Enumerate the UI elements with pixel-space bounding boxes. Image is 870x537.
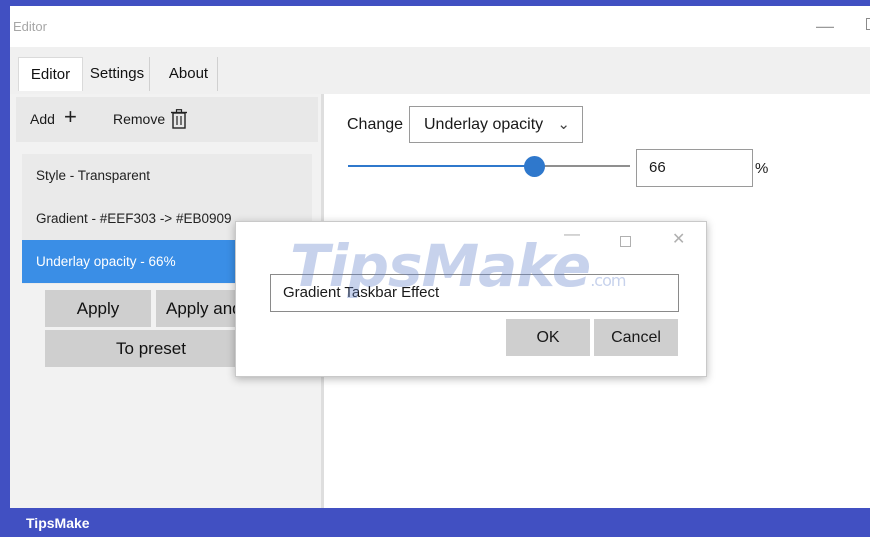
status-bar: TipsMake [10, 508, 870, 537]
effects-toolbar: Add + Remove [16, 97, 318, 142]
watermark-suffix: .com [590, 271, 626, 290]
percent-unit: % [755, 160, 769, 177]
maximize-icon[interactable] [866, 18, 870, 30]
list-item[interactable]: Style - Transparent [22, 154, 312, 197]
opacity-slider-thumb[interactable] [524, 156, 546, 177]
change-dropdown[interactable]: Underlay opacity ⌄ [409, 106, 583, 143]
add-label[interactable]: Add [30, 111, 55, 127]
plus-icon[interactable]: + [64, 104, 77, 130]
remove-label[interactable]: Remove [113, 111, 165, 127]
cancel-button[interactable]: Cancel [594, 319, 678, 356]
apply-button[interactable]: Apply [45, 290, 151, 327]
tab-settings[interactable]: Settings [85, 57, 150, 91]
opacity-value-input[interactable]: 66 [636, 149, 753, 187]
change-label: Change [347, 116, 404, 133]
to-preset-button[interactable]: To preset [45, 330, 257, 367]
chevron-down-icon: ⌄ [557, 116, 570, 133]
trash-icon[interactable] [171, 109, 187, 129]
window-title: Editor [13, 19, 47, 34]
watermark-text: TipsMake [290, 232, 591, 300]
watermark: TipsMake.com [290, 232, 626, 300]
tab-about[interactable]: About [160, 57, 218, 91]
tab-bar: Editor Settings About [10, 47, 870, 94]
dropdown-value: Underlay opacity [424, 116, 544, 133]
title-bar: Editor — [10, 6, 870, 47]
opacity-slider-track[interactable] [348, 165, 630, 167]
ok-button[interactable]: OK [506, 319, 590, 356]
opacity-slider-fill [348, 165, 535, 167]
minimize-icon[interactable]: — [816, 16, 834, 37]
tab-editor[interactable]: Editor [18, 57, 83, 91]
status-brand: TipsMake [26, 515, 90, 531]
dialog-close-icon[interactable]: ✕ [672, 229, 685, 249]
